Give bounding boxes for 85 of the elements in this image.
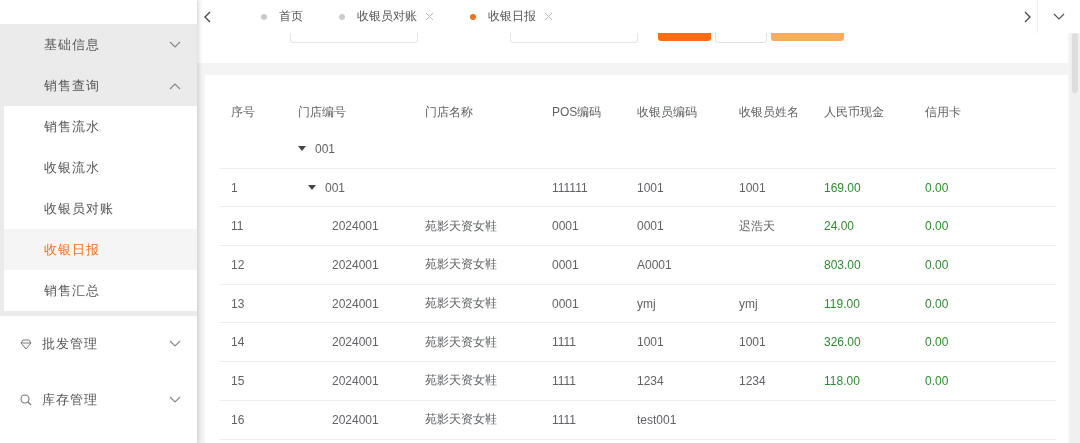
- table-cell: 2024001: [332, 219, 379, 234]
- table-cell: 1: [231, 180, 238, 195]
- table-cell: 12: [231, 257, 245, 272]
- table-cell: 0.00: [925, 373, 949, 388]
- table-cell: ymj: [637, 296, 656, 311]
- table-cell: 13: [231, 296, 245, 311]
- table-cell: 118.00: [824, 373, 860, 388]
- table-cell: 0.00: [925, 296, 949, 311]
- table-cell: 24.00: [824, 219, 855, 234]
- diamond-icon: [20, 338, 32, 350]
- chevron-down-icon: [169, 396, 181, 404]
- table-cell: 001: [315, 141, 336, 156]
- table-cell: 苑影天资女鞋: [425, 372, 497, 390]
- menu-item[interactable]: 收银员对账: [4, 188, 197, 229]
- column-header: 收银员编码: [637, 103, 698, 121]
- table-cell: 001: [325, 180, 346, 195]
- column-header: 门店编号: [298, 103, 347, 121]
- table-cell: 1234: [637, 373, 664, 388]
- table-cell: 0001: [637, 219, 664, 234]
- table-cell: 1111: [552, 335, 577, 350]
- table-cell: 0.00: [925, 257, 949, 272]
- table-cell: 2024001: [332, 412, 379, 427]
- table-cell: 16: [231, 412, 245, 427]
- table-cell: 0001: [552, 219, 579, 234]
- chevron-down-icon: [1053, 12, 1065, 21]
- table-cell: 苑影天资女鞋: [425, 256, 497, 274]
- table-cell: 1111: [552, 412, 577, 427]
- table-cell: 1001: [739, 180, 766, 195]
- chevron-up-icon: [169, 81, 181, 90]
- table-cell: 1001: [637, 335, 664, 350]
- tab[interactable]: 收银日报: [452, 0, 571, 33]
- tab[interactable]: 收银员对账: [321, 0, 452, 33]
- menu-item[interactable]: 收银流水: [4, 147, 197, 188]
- table-cell: 1001: [739, 335, 766, 350]
- tab[interactable]: 首页: [243, 0, 321, 33]
- table-cell: 迟浩天: [739, 217, 775, 235]
- table-cell: 2024001: [332, 335, 379, 350]
- table-cell: 326.00: [824, 335, 861, 350]
- chevron-left-icon[interactable]: [203, 10, 211, 23]
- table-cell: 0.00: [925, 219, 949, 234]
- column-header: 信用卡: [925, 103, 962, 121]
- table-cell: 苑影天资女鞋: [425, 295, 497, 313]
- table-cell: 14: [231, 335, 245, 350]
- table-cell: 1001: [637, 180, 664, 195]
- table-cell: 苑影天资女鞋: [425, 333, 497, 351]
- table-cell: 1111: [552, 373, 577, 388]
- chevron-right-icon[interactable]: [1023, 10, 1031, 23]
- table-cell: 15: [231, 373, 245, 388]
- caret-down-icon[interactable]: [308, 184, 316, 191]
- table-cell: ymj: [739, 296, 758, 311]
- table-cell: 169.00: [824, 180, 861, 195]
- menu-group[interactable]: 库存管理: [0, 372, 197, 428]
- table-cell: 苑影天资女鞋: [425, 411, 497, 429]
- search-icon: [20, 394, 32, 406]
- menu-group[interactable]: 销售查询: [4, 65, 197, 106]
- scrollbar[interactable]: [1070, 33, 1080, 443]
- table-cell: 0.00: [925, 180, 949, 195]
- close-icon[interactable]: [544, 12, 553, 21]
- column-header: 序号: [231, 103, 256, 121]
- table-cell: 803.00: [824, 257, 861, 272]
- chevron-down-icon: [169, 40, 181, 49]
- column-header: 门店名称: [425, 103, 474, 121]
- menu-item[interactable]: 销售流水: [4, 106, 197, 147]
- column-header: POS编码: [552, 103, 603, 121]
- chevron-down-icon: [169, 340, 181, 348]
- table-cell: 2024001: [332, 257, 379, 272]
- table-cell: 111111: [552, 180, 588, 195]
- table-cell: 0.00: [925, 335, 949, 350]
- table-cell: 2024001: [332, 296, 379, 311]
- close-icon[interactable]: [425, 12, 434, 21]
- menu-group[interactable]: 基础信息: [4, 24, 197, 65]
- table-cell: 11: [231, 219, 244, 234]
- table-cell: 2024001: [332, 373, 379, 388]
- table-cell: 1234: [739, 373, 766, 388]
- column-header: 人民币现金: [824, 103, 885, 121]
- table-cell: 0001: [552, 296, 579, 311]
- caret-down-icon[interactable]: [298, 145, 306, 152]
- table-cell: 119.00: [824, 296, 860, 311]
- menu-group[interactable]: 批发管理: [0, 316, 197, 372]
- table-cell: 苑影天资女鞋: [425, 217, 497, 235]
- menu-item[interactable]: 销售汇总: [4, 270, 197, 311]
- table-cell: 0001: [552, 257, 579, 272]
- column-header: 收银员姓名: [739, 103, 800, 121]
- table-cell: test001: [637, 412, 677, 427]
- table-cell: A0001: [637, 257, 672, 272]
